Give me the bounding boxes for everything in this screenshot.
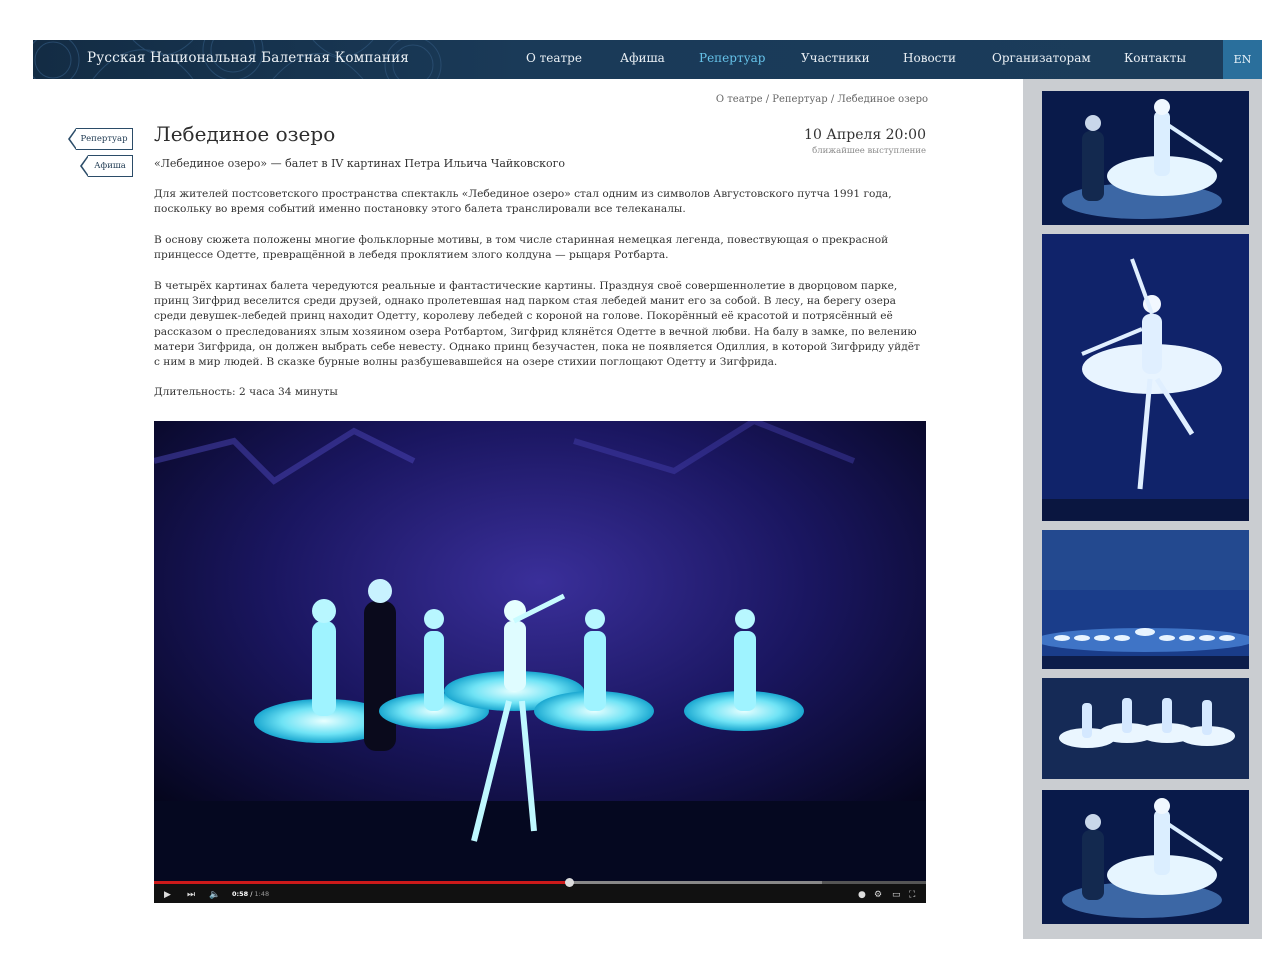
fullscreen-icon[interactable]: ⛶ [909, 890, 915, 900]
gallery-photo-1[interactable] [1042, 91, 1249, 225]
progress-played [154, 881, 569, 884]
description-paragraph-3: В четырёх картинах балета чередуются реа… [154, 280, 920, 369]
progress-handle[interactable] [565, 878, 574, 887]
video-controls [154, 881, 926, 903]
video-player[interactable]: ▶ ⏭ 🔈 0:58 / 1:48 ● ⚙ ▭ ⛶ [154, 421, 926, 903]
nav-item-about[interactable]: О театре [526, 40, 582, 79]
video-time: 0:58 / 1:48 [232, 890, 270, 898]
nav-item-contacts[interactable]: Контакты [1124, 40, 1186, 79]
theater-mode-icon[interactable]: ▭ [892, 890, 901, 900]
nav-item-organizers[interactable]: Организаторам [992, 40, 1091, 79]
gallery-photo-3[interactable] [1042, 530, 1249, 669]
description-paragraph-1: Для жителей постсоветского пространства … [154, 188, 892, 216]
description-paragraph-2: В основу сюжета положены многие фольклор… [154, 234, 889, 262]
tag-repertoire[interactable]: Репертуар [68, 128, 133, 150]
gallery-photo-2[interactable] [1042, 234, 1249, 521]
gallery-photo-4[interactable] [1042, 678, 1249, 779]
nav-item-afisha[interactable]: Афиша [620, 40, 665, 79]
volume-icon[interactable]: 🔈 [209, 890, 220, 900]
duration-text: Длительность: 2 часа 34 минуты [154, 386, 338, 398]
language-switch[interactable]: EN [1223, 40, 1262, 79]
tag-afisha[interactable]: Афиша [80, 155, 133, 177]
performance-subtitle: «Лебединое озеро» — балет в IV картинах … [154, 157, 565, 170]
page-title: Лебединое озеро [154, 122, 336, 146]
info-icon[interactable]: ● [858, 890, 866, 900]
next-icon[interactable]: ⏭ [187, 890, 195, 900]
photo-gallery [1023, 79, 1262, 939]
breadcrumb[interactable]: О театре / Репертуар / Лебединое озеро [716, 94, 928, 105]
next-performance-date: 10 Апреля 20:00 [804, 127, 926, 143]
nav-item-news[interactable]: Новости [903, 40, 956, 79]
brand-name[interactable]: Русская Национальная Балетная Компания [87, 40, 409, 79]
next-performance-note: ближайшее выступление [812, 146, 926, 156]
site-header: Русская Национальная Балетная Компания О… [33, 40, 1262, 79]
nav-item-repertoire[interactable]: Репертуар [699, 40, 766, 79]
settings-icon[interactable]: ⚙ [874, 890, 882, 900]
nav-item-participants[interactable]: Участники [801, 40, 870, 79]
video-frame[interactable] [154, 421, 926, 881]
play-icon[interactable]: ▶ [164, 890, 171, 900]
gallery-photo-5[interactable] [1042, 790, 1249, 924]
